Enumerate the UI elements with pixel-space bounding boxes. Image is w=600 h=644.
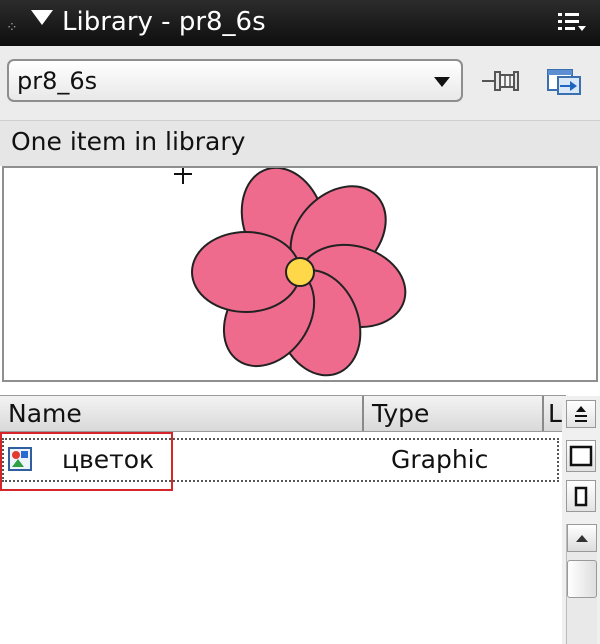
library-select-value: pr8_6s [17, 67, 98, 95]
scroll-thumb[interactable] [567, 560, 597, 598]
flower-graphic [172, 168, 432, 380]
library-select[interactable]: pr8_6s [7, 59, 463, 102]
drag-grip-icon[interactable]: ⁘ [6, 20, 18, 36]
pin-icon[interactable] [481, 66, 521, 100]
column-header-name[interactable]: Name [0, 396, 364, 431]
column-name-label: Name [8, 399, 82, 428]
column-header-type[interactable]: Type [364, 396, 544, 431]
list-side-controls [562, 396, 600, 644]
panel-title: Library - pr8_6s [62, 7, 266, 37]
library-list-header: Name Type L [0, 395, 566, 432]
graphic-symbol-icon [8, 447, 32, 475]
item-count-bar: One item in library [0, 120, 600, 166]
library-item-list: цветок Graphic [0, 432, 562, 644]
item-name: цветок [62, 445, 155, 474]
chevron-down-icon [434, 77, 450, 87]
item-type: Graphic [391, 445, 489, 474]
panel-menu-icon[interactable] [558, 12, 588, 38]
symbol-preview [2, 166, 598, 382]
collapse-arrow-icon[interactable] [31, 10, 53, 25]
column-extra-label: L [548, 399, 562, 428]
vertical-scrollbar[interactable] [566, 524, 597, 644]
wide-state-icon[interactable] [566, 440, 596, 472]
scroll-up-button[interactable] [567, 524, 597, 552]
sort-order-icon[interactable] [566, 400, 596, 428]
column-type-label: Type [372, 399, 430, 428]
library-toolbar: pr8_6s [0, 46, 600, 120]
item-count-text: One item in library [11, 127, 246, 156]
narrow-state-icon[interactable] [566, 480, 596, 512]
new-library-panel-icon[interactable] [546, 67, 582, 101]
panel-titlebar[interactable]: ⁘ Library - pr8_6s [0, 0, 600, 46]
list-item[interactable]: цветок Graphic [2, 438, 559, 482]
